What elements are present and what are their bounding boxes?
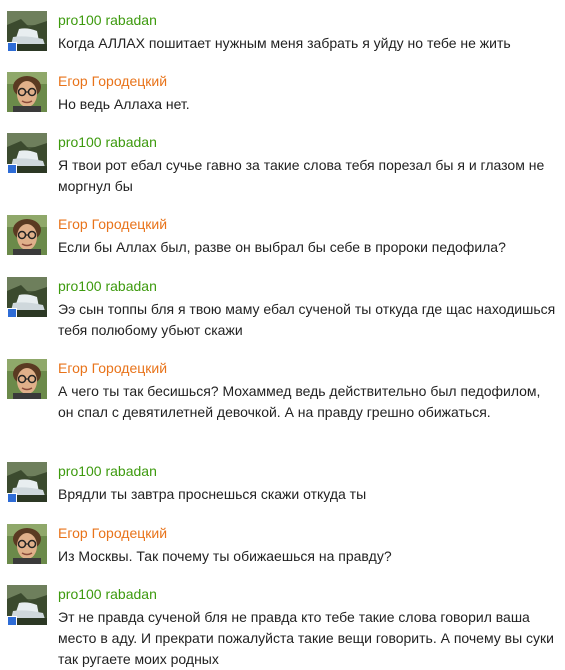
author-name[interactable]: pro100 rabadan xyxy=(58,463,157,479)
online-status-icon xyxy=(7,164,17,174)
message-text: Врядли ты завтра проснешься скажи откуда… xyxy=(58,486,367,502)
avatar-portrait[interactable] xyxy=(7,72,47,112)
chat-thread: { "colors": { "author_pro100": "#3d9a0e"… xyxy=(0,0,565,670)
online-status-icon xyxy=(7,493,17,503)
message-text: Если бы Аллах был, разве он выбрал бы се… xyxy=(58,239,506,255)
avatar-portrait[interactable] xyxy=(7,215,47,255)
avatar-portrait[interactable] xyxy=(7,359,47,399)
message-text: Из Москвы. Так почему ты обижаешься на п… xyxy=(58,548,392,564)
author-name[interactable]: pro100 rabadan xyxy=(58,586,157,602)
author-name[interactable]: pro100 rabadan xyxy=(58,278,157,294)
message-text: Но ведь Аллаха нет. xyxy=(58,96,190,112)
message-text: А чего ты так бесишься? Мохаммед ведь де… xyxy=(58,383,541,420)
avatar-portrait[interactable] xyxy=(7,524,47,564)
author-name[interactable]: Егор Городецкий xyxy=(58,360,167,376)
message-text: Эт не правда сученой бля не правда кто т… xyxy=(58,609,554,667)
online-status-icon xyxy=(7,42,17,52)
author-name[interactable]: pro100 rabadan xyxy=(58,134,157,150)
message-text: Я твои рот ебал сучье гавно за такие сло… xyxy=(58,157,545,194)
author-name[interactable]: Егор Городецкий xyxy=(58,525,167,541)
message-text: Когда АЛЛАХ пошитает нужным меня забрать… xyxy=(58,35,511,51)
author-name[interactable]: Егор Городецкий xyxy=(58,216,167,232)
online-status-icon xyxy=(7,308,17,318)
author-name[interactable]: pro100 rabadan xyxy=(58,12,157,28)
message-text: Ээ сын топпы бля я твою маму ебал сучено… xyxy=(58,301,556,338)
author-name[interactable]: Егор Городецкий xyxy=(58,73,167,89)
online-status-icon xyxy=(7,616,17,626)
